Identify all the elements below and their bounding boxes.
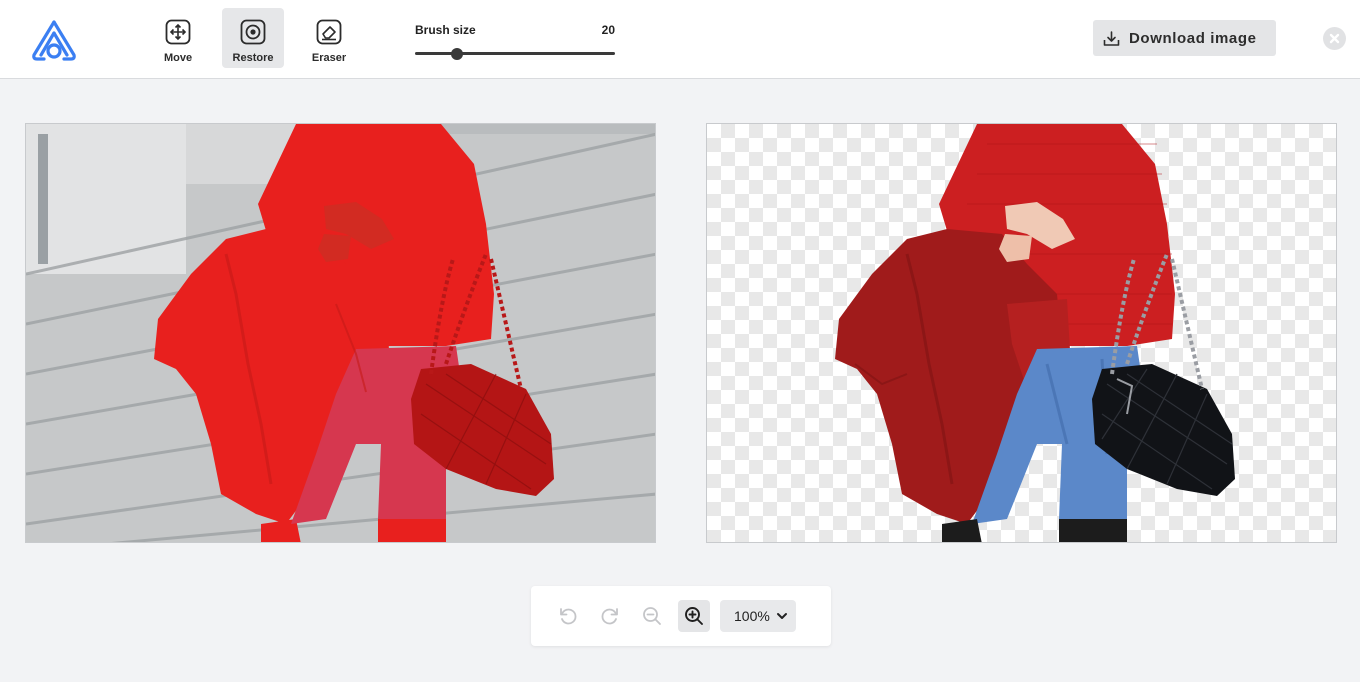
- brush-size-label: Brush size: [415, 23, 476, 37]
- download-image-button[interactable]: Download image: [1093, 20, 1276, 56]
- eraser-icon: [316, 19, 342, 45]
- download-icon: [1103, 30, 1120, 46]
- zoom-in-button[interactable]: [678, 600, 710, 632]
- restore-icon: [240, 19, 266, 45]
- brush-size-control: Brush size 20: [415, 22, 615, 62]
- redo-icon: [601, 608, 618, 625]
- close-icon: [1329, 33, 1340, 44]
- chevron-down-icon: [777, 613, 787, 619]
- top-toolbar: Move Restore Eraser Brush size 20 Downlo…: [0, 0, 1360, 79]
- brush-size-slider-thumb[interactable]: [451, 48, 463, 60]
- original-image-panel[interactable]: [25, 123, 656, 543]
- result-image-panel[interactable]: [706, 123, 1337, 543]
- original-photo-with-mask: [26, 124, 655, 542]
- zoom-level-select[interactable]: 100%: [720, 600, 796, 632]
- undo-icon: [560, 608, 577, 625]
- zoom-out-icon: [643, 607, 661, 625]
- tool-eraser-label: Eraser: [311, 52, 347, 64]
- tool-move[interactable]: Move: [147, 8, 209, 68]
- tool-move-label: Move: [163, 52, 193, 64]
- redo-button[interactable]: [594, 600, 626, 632]
- zoom-level-value: 100%: [734, 608, 770, 624]
- cutout-photo: [835, 124, 1235, 542]
- zoom-out-button[interactable]: [636, 600, 668, 632]
- brush-size-slider[interactable]: [415, 52, 615, 55]
- tool-restore-label: Restore: [232, 52, 274, 64]
- brush-size-value: 20: [601, 23, 615, 37]
- app-logo-icon[interactable]: [30, 19, 78, 63]
- move-icon: [165, 19, 191, 45]
- undo-button[interactable]: [552, 600, 584, 632]
- tool-restore[interactable]: Restore: [222, 8, 284, 68]
- tool-eraser[interactable]: Eraser: [298, 8, 360, 68]
- zoom-in-icon: [685, 607, 703, 625]
- close-button[interactable]: [1323, 27, 1346, 50]
- download-image-label: Download image: [1129, 29, 1257, 47]
- zoom-controls: 100%: [531, 586, 831, 646]
